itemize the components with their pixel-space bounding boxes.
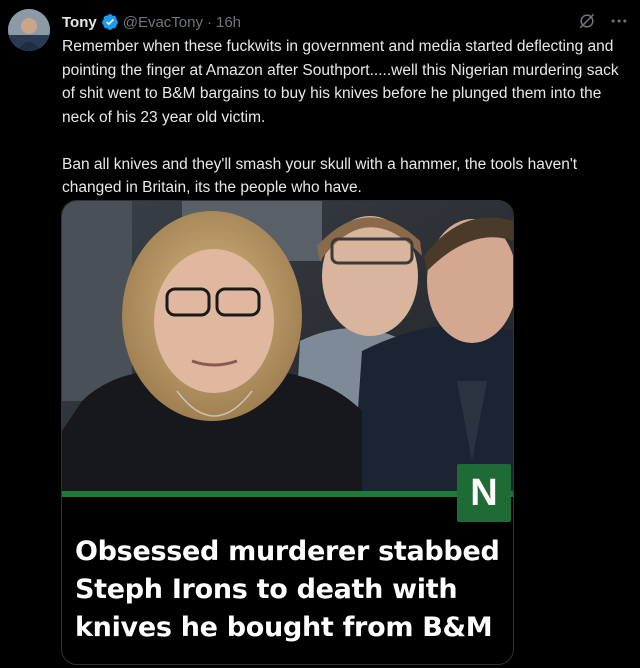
grok-icon[interactable] [576, 10, 598, 32]
tweet-actions-top [576, 10, 630, 32]
link-card[interactable]: N Obsessed murderer stabbed Steph Irons … [61, 200, 514, 665]
news-photo [62, 201, 513, 496]
timestamp[interactable]: 16h [216, 14, 241, 31]
verified-badge-icon [101, 13, 119, 31]
more-icon[interactable] [608, 10, 630, 32]
separator-dot: · [206, 13, 212, 31]
news-brand-badge: N [457, 464, 511, 522]
avatar[interactable] [8, 9, 50, 51]
tweet-header: Tony @EvacTony · 16h [62, 12, 241, 32]
author-handle[interactable]: @EvacTony [123, 14, 203, 31]
author-name[interactable]: Tony [62, 14, 97, 31]
tweet-text: Remember when these fuckwits in governme… [62, 38, 619, 196]
card-headline[interactable]: Obsessed murderer stabbed Steph Irons to… [75, 533, 505, 647]
brand-stripe [62, 491, 513, 497]
